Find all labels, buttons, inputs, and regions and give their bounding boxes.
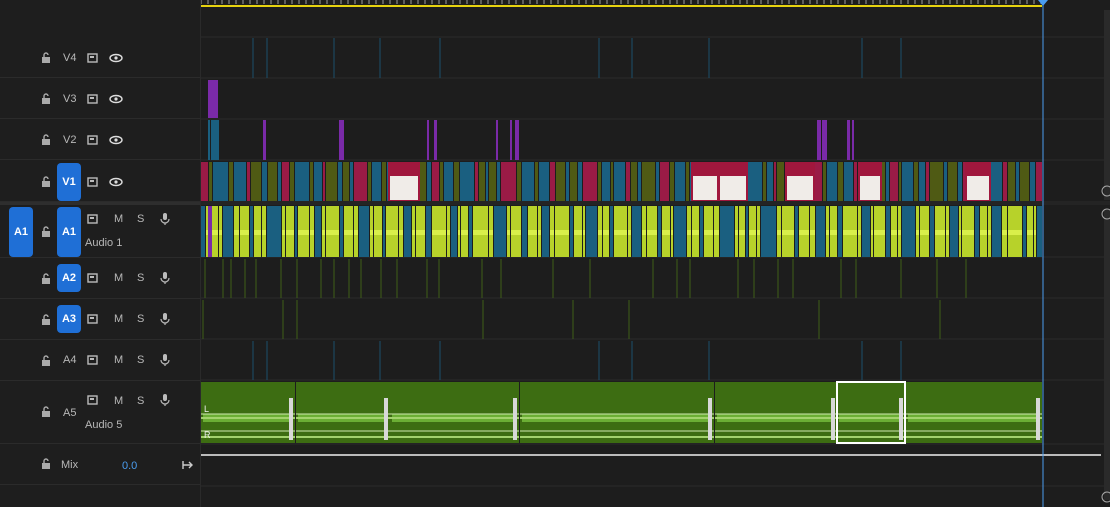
mix-end-icon[interactable] — [181, 458, 195, 472]
lock-icon[interactable] — [39, 51, 53, 65]
track-label-v3: V3 — [63, 93, 77, 105]
film-icon[interactable] — [86, 92, 100, 106]
track-header-a4: A4 M S — [0, 340, 200, 381]
eye-icon[interactable] — [109, 175, 123, 189]
a5-left-channel-label: L — [204, 404, 209, 414]
lock-icon[interactable] — [39, 313, 53, 327]
lock-icon[interactable] — [39, 225, 53, 239]
a5-right-channel-label: R — [204, 430, 211, 440]
track-target-a3[interactable]: A3 — [57, 305, 81, 333]
track-target-v1[interactable]: V1 — [57, 163, 81, 201]
solo-button[interactable]: S — [137, 354, 144, 366]
source-patch-a1[interactable]: A1 — [9, 207, 33, 257]
mute-button[interactable]: M — [114, 213, 123, 225]
film-icon[interactable] — [86, 393, 100, 407]
a5-channel-labels: L R — [204, 404, 211, 440]
solo-button[interactable]: S — [137, 313, 144, 325]
lock-icon[interactable] — [39, 175, 53, 189]
mute-button[interactable]: M — [114, 313, 123, 325]
lock-icon[interactable] — [39, 133, 53, 147]
mic-icon[interactable] — [158, 271, 172, 285]
track-header-mix: Mix 0.0 — [0, 445, 200, 485]
film-icon[interactable] — [86, 133, 100, 147]
timeline-area[interactable]: L R — [201, 0, 1110, 507]
mic-icon[interactable] — [158, 312, 172, 326]
track-header-a2: A2 M S — [0, 258, 200, 299]
lock-icon[interactable] — [39, 405, 53, 419]
track-label-v4: V4 — [63, 52, 77, 64]
track-header-a3: A3 M S — [0, 299, 200, 340]
film-icon[interactable] — [86, 212, 100, 226]
film-icon[interactable] — [86, 51, 100, 65]
track-target-a1[interactable]: A1 — [57, 207, 81, 257]
track-header-v2: V2 — [0, 120, 200, 160]
track-label-a4: A4 — [63, 354, 77, 366]
track-label-v2: V2 — [63, 134, 77, 146]
mic-icon[interactable] — [158, 212, 172, 226]
film-icon[interactable] — [86, 312, 100, 326]
eye-icon[interactable] — [109, 51, 123, 65]
track-name-a1: Audio 1 — [85, 237, 123, 249]
eye-icon[interactable] — [109, 133, 123, 147]
lock-icon[interactable] — [39, 92, 53, 106]
mix-label: Mix — [61, 459, 79, 471]
track-label-a5: A5 — [63, 407, 77, 419]
mute-button[interactable]: M — [114, 272, 123, 284]
track-target-a2[interactable]: A2 — [57, 264, 81, 292]
solo-button[interactable]: S — [137, 395, 144, 407]
solo-button[interactable]: S — [137, 213, 144, 225]
track-header-v1: V1 — [0, 161, 200, 202]
mix-volume-value[interactable]: 0.0 — [122, 460, 137, 472]
track-header-a5: A5 M S Audio 5 — [0, 381, 200, 444]
film-icon[interactable] — [86, 175, 100, 189]
film-icon[interactable] — [86, 271, 100, 285]
track-header-v3: V3 — [0, 79, 200, 119]
eye-icon[interactable] — [109, 92, 123, 106]
mute-button[interactable]: M — [114, 354, 123, 366]
mic-icon[interactable] — [158, 393, 172, 407]
track-header-a1: A1 A1 M S Audio 1 — [0, 205, 200, 258]
lock-icon[interactable] — [39, 272, 53, 286]
solo-button[interactable]: S — [137, 272, 144, 284]
track-header-v4: V4 — [0, 38, 200, 78]
mic-icon[interactable] — [158, 353, 172, 367]
mute-button[interactable]: M — [114, 395, 123, 407]
track-name-a5: Audio 5 — [85, 419, 123, 431]
lock-icon[interactable] — [39, 457, 53, 471]
film-icon[interactable] — [86, 353, 100, 367]
lock-icon[interactable] — [39, 354, 53, 368]
track-headers: V4 V3 V2 V1 A1 A1 M S Audio 1 A2 M S A3 … — [0, 0, 201, 507]
